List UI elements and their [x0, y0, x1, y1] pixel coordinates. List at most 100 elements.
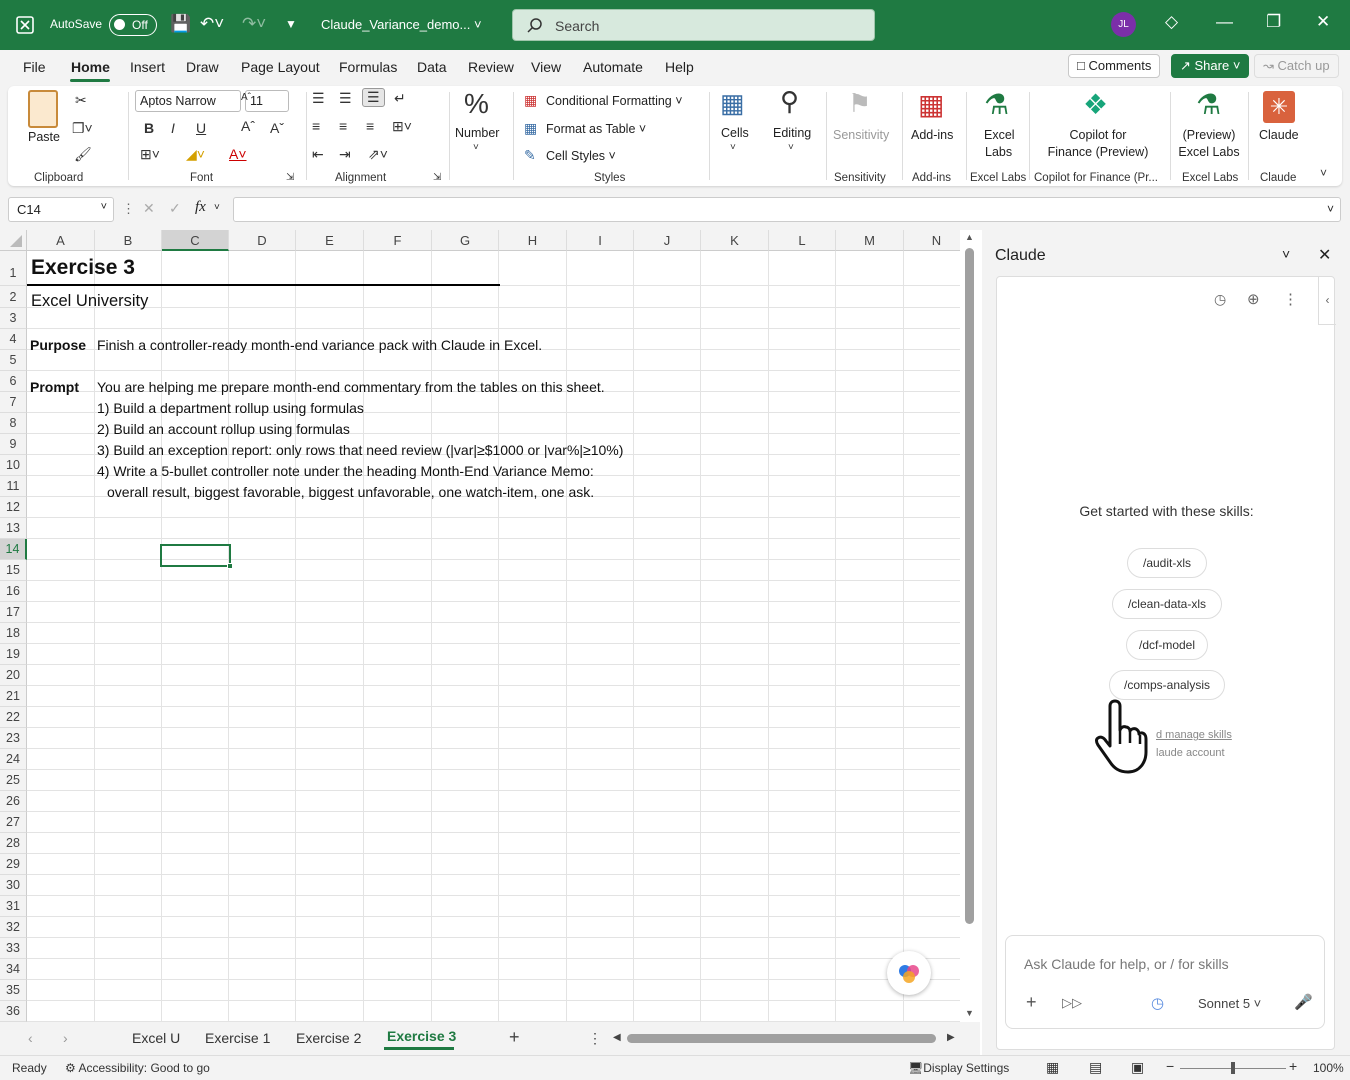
- autosave-toggle[interactable]: Off: [109, 14, 157, 36]
- cells-icon[interactable]: ▦: [720, 88, 745, 119]
- sheet-tab-excel-u[interactable]: Excel U: [132, 1030, 180, 1046]
- name-box-dropdown-icon[interactable]: ˅: [101, 201, 107, 213]
- row-header-20[interactable]: 20: [0, 665, 27, 686]
- add-sheet-icon[interactable]: +: [509, 1027, 520, 1048]
- cell-styles-icon[interactable]: ✎: [524, 147, 536, 164]
- sheet-tab-exercise-1[interactable]: Exercise 1: [205, 1030, 270, 1046]
- font-dialog-icon[interactable]: ⇲: [286, 172, 294, 183]
- align-right-icon[interactable]: ≡: [366, 118, 374, 134]
- conditional-formatting-button[interactable]: Conditional Formatting ˅: [546, 94, 683, 108]
- align-left-icon[interactable]: ≡: [312, 118, 320, 134]
- column-header-j[interactable]: J: [634, 230, 701, 251]
- menu-draw[interactable]: Draw: [186, 59, 219, 75]
- horizontal-scroll-thumb[interactable]: [627, 1034, 936, 1043]
- zoom-level[interactable]: 100%: [1313, 1061, 1344, 1075]
- menu-data[interactable]: Data: [417, 59, 447, 75]
- column-header-k[interactable]: K: [701, 230, 769, 251]
- page-layout-view-icon[interactable]: ▤: [1089, 1059, 1102, 1076]
- row-header-28[interactable]: 28: [0, 833, 27, 854]
- copilot-finance-button-line1[interactable]: Copilot for: [1040, 128, 1156, 142]
- excel-labs-button-line1[interactable]: Excel: [984, 128, 1015, 142]
- scroll-down-icon[interactable]: ▼: [965, 1008, 974, 1018]
- cancel-formula-icon[interactable]: ✕: [143, 200, 155, 217]
- row-header-11[interactable]: 11: [0, 476, 27, 497]
- increase-font-icon[interactable]: Aˆ: [241, 118, 255, 134]
- alignment-dialog-icon[interactable]: ⇲: [433, 172, 441, 183]
- claude-icon[interactable]: ✳: [1263, 91, 1295, 123]
- sheet-tab-exercise-3[interactable]: Exercise 3: [387, 1028, 456, 1044]
- row-header-25[interactable]: 25: [0, 770, 27, 791]
- row-header-17[interactable]: 17: [0, 602, 27, 623]
- underline-icon[interactable]: U: [196, 120, 206, 136]
- editing-button[interactable]: Editing: [773, 126, 811, 140]
- formula-input[interactable]: ˅: [233, 197, 1341, 222]
- cell-b7[interactable]: 1) Build a department rollup using formu…: [97, 400, 364, 416]
- row-header-7[interactable]: 7: [0, 392, 27, 413]
- row-header-35[interactable]: 35: [0, 980, 27, 1001]
- decrease-font-icon[interactable]: Aˇ: [270, 120, 284, 136]
- row-header-5[interactable]: 5: [0, 350, 27, 371]
- catch-up-button[interactable]: ↝ Catch up: [1254, 54, 1339, 78]
- column-header-m[interactable]: M: [836, 230, 904, 251]
- copy-icon[interactable]: ❐˅: [72, 120, 93, 137]
- align-bottom-icon[interactable]: ☰: [362, 88, 385, 107]
- column-header-c[interactable]: C: [162, 230, 229, 251]
- copilot-button[interactable]: [887, 951, 931, 995]
- save-icon[interactable]: 💾: [170, 14, 191, 34]
- excel-labs-button-line2[interactable]: Labs: [985, 145, 1012, 159]
- decrease-indent-icon[interactable]: ⇤: [312, 146, 324, 163]
- row-header-4[interactable]: 4: [0, 329, 27, 350]
- paste-icon[interactable]: [28, 90, 58, 128]
- claude-account-link[interactable]: laude account: [1156, 747, 1225, 759]
- copilot-finance-icon[interactable]: ❖: [1083, 88, 1108, 121]
- panel-close-icon[interactable]: ✕: [1318, 245, 1331, 265]
- format-painter-icon[interactable]: 🖌: [74, 146, 92, 163]
- column-header-d[interactable]: D: [229, 230, 296, 251]
- preview-labs-button-line2[interactable]: Excel Labs: [1176, 145, 1242, 159]
- select-all-corner[interactable]: [0, 230, 27, 251]
- row-header-3[interactable]: 3: [0, 308, 27, 329]
- cell-styles-button[interactable]: Cell Styles ˅: [546, 149, 616, 163]
- row-header-9[interactable]: 9: [0, 434, 27, 455]
- avatar[interactable]: JL: [1111, 12, 1136, 37]
- row-header-31[interactable]: 31: [0, 896, 27, 917]
- cells-dropdown-icon[interactable]: ˅: [730, 142, 736, 153]
- restore-icon[interactable]: ❐: [1266, 12, 1281, 32]
- borders-icon[interactable]: ⊞˅: [140, 146, 160, 163]
- row-header-34[interactable]: 34: [0, 959, 27, 980]
- column-header-n[interactable]: N: [904, 230, 960, 251]
- paste-button[interactable]: Paste: [28, 130, 60, 144]
- page-break-view-icon[interactable]: ▣: [1131, 1059, 1144, 1076]
- panel-options-icon[interactable]: ˅: [1282, 246, 1290, 262]
- number-button[interactable]: Number: [455, 126, 499, 140]
- row-header-32[interactable]: 32: [0, 917, 27, 938]
- next-sheet-icon[interactable]: ›: [63, 1030, 68, 1046]
- skill-comps-analysis[interactable]: /comps-analysis: [1109, 670, 1225, 700]
- column-header-e[interactable]: E: [296, 230, 364, 251]
- insert-function-icon[interactable]: fx: [195, 199, 206, 216]
- zoom-in-icon[interactable]: +: [1289, 1058, 1297, 1074]
- row-header-13[interactable]: 13: [0, 518, 27, 539]
- cell-b11[interactable]: overall result, biggest favorable, bigge…: [107, 484, 594, 500]
- menu-formulas[interactable]: Formulas: [339, 59, 397, 75]
- menu-insert[interactable]: Insert: [130, 59, 165, 75]
- name-box[interactable]: C14 ˅: [8, 197, 114, 222]
- minimize-icon[interactable]: —: [1216, 12, 1233, 32]
- align-top-icon[interactable]: ☰: [312, 90, 325, 107]
- cell-b6[interactable]: You are helping me prepare month-end com…: [97, 379, 605, 395]
- cell-b4[interactable]: Finish a controller-ready month-end vari…: [97, 337, 542, 353]
- menu-view[interactable]: View: [531, 59, 561, 75]
- row-header-21[interactable]: 21: [0, 686, 27, 707]
- scroll-right-icon[interactable]: ▶: [947, 1032, 955, 1043]
- scroll-up-icon[interactable]: ▲: [965, 232, 974, 242]
- format-as-table-icon[interactable]: ▦: [524, 120, 537, 137]
- menu-home[interactable]: Home: [71, 59, 110, 75]
- customize-qat-icon[interactable]: ▼: [285, 17, 297, 31]
- file-name[interactable]: Claude_Variance_demo... ˅: [321, 17, 482, 32]
- manage-skills-link[interactable]: d manage skills: [1156, 729, 1232, 741]
- chat-input-box[interactable]: Ask Claude for help, or / for skills + ▷…: [1005, 935, 1325, 1029]
- cut-icon[interactable]: ✂: [75, 92, 87, 109]
- cells-button[interactable]: Cells: [721, 126, 749, 140]
- row-header-24[interactable]: 24: [0, 749, 27, 770]
- vertical-scrollbar[interactable]: ▲ ▼: [962, 230, 978, 1022]
